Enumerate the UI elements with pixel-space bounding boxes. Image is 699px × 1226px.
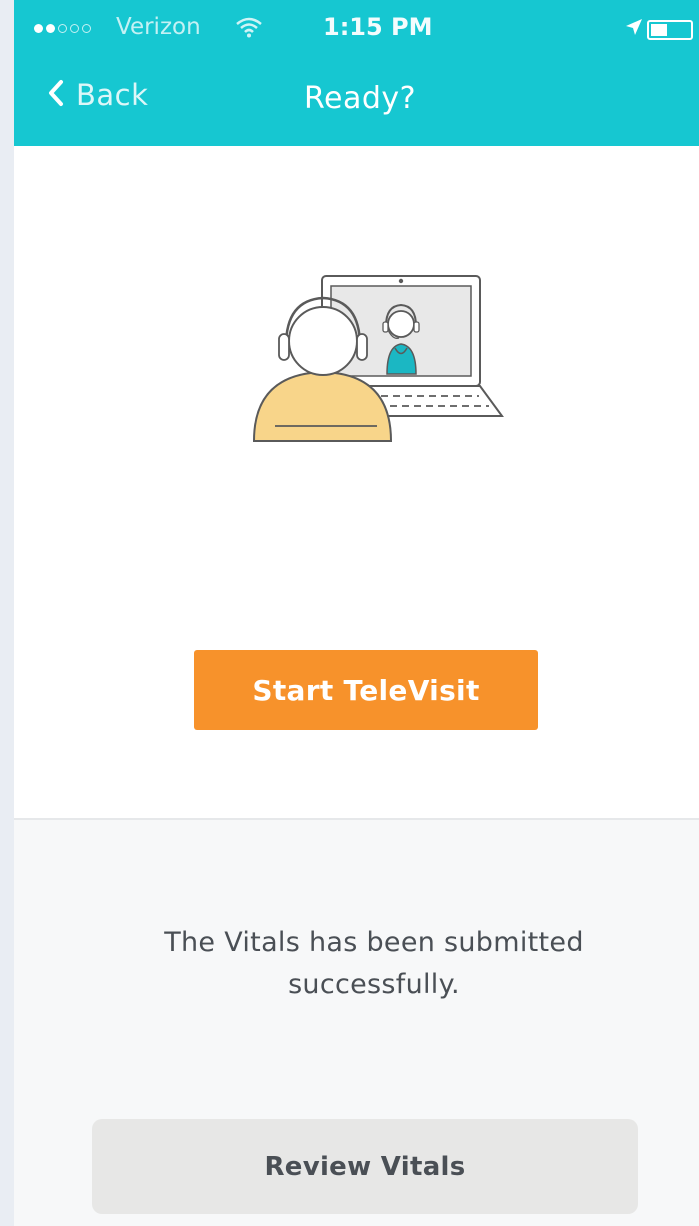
back-button[interactable]: Back: [48, 78, 148, 112]
back-button-label: Back: [76, 78, 149, 112]
location-arrow-icon: [625, 18, 643, 40]
review-vitals-button[interactable]: Review Vitals: [92, 1119, 638, 1214]
app-header: Verizon 1:15 PM Back Ready?: [14, 0, 699, 146]
status-time: 1:15 PM: [323, 13, 433, 41]
wifi-icon: [236, 16, 262, 42]
vitals-submitted-message: The Vitals has been submitted successful…: [164, 927, 584, 1000]
page-title: Ready?: [304, 81, 417, 116]
app-screen: Verizon 1:15 PM Back Ready? Start TeleVi…: [0, 0, 699, 1226]
status-bar: Verizon 1:15 PM: [14, 0, 699, 56]
televisit-card: Start TeleVisit: [14, 146, 699, 820]
televisit-illustration: [239, 266, 509, 450]
carrier-name: Verizon: [116, 14, 201, 40]
chevron-left-icon: [48, 79, 64, 111]
start-televisit-button[interactable]: Start TeleVisit: [194, 650, 538, 730]
battery-icon: [647, 20, 693, 40]
navigation-bar: Back Ready?: [14, 56, 699, 146]
signal-strength-icon: [34, 24, 91, 33]
